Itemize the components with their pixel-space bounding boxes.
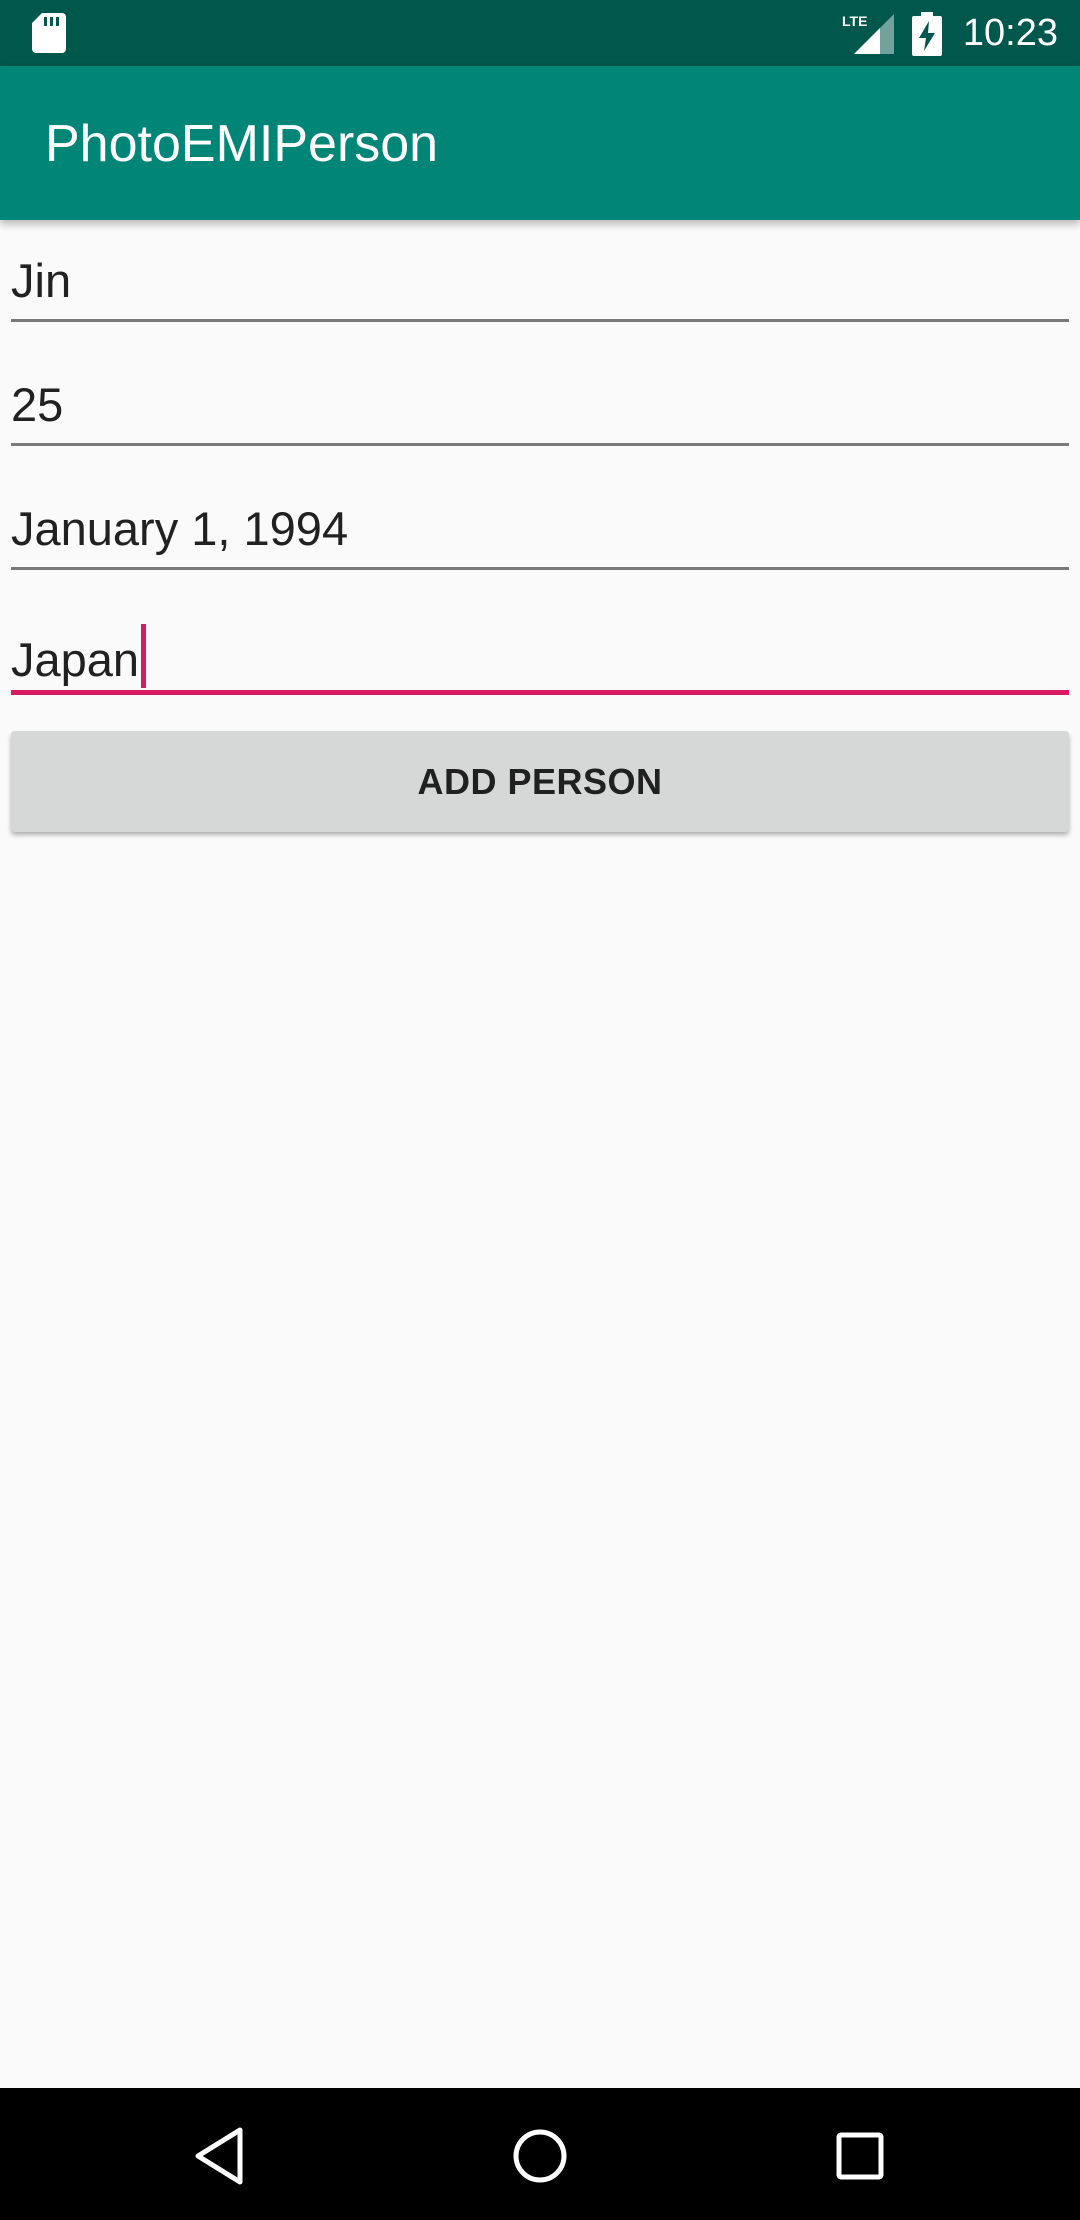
recents-icon[interactable] [828, 2124, 892, 2188]
age-field-underline [11, 443, 1069, 446]
name-field-value: Jin [11, 254, 72, 307]
add-person-button[interactable]: ADD PERSON [11, 731, 1069, 832]
name-field-underline [11, 319, 1069, 322]
back-icon[interactable] [188, 2124, 252, 2188]
navigation-bar [0, 2088, 1080, 2220]
status-bar: LTE 10:23 [0, 0, 1080, 66]
birthdate-field-value: January 1, 1994 [11, 502, 349, 555]
battery-charging-icon [912, 12, 942, 56]
country-field-value: Japan [11, 633, 140, 686]
text-cursor [141, 624, 147, 688]
birthdate-field[interactable]: January 1, 1994 [11, 480, 1069, 570]
name-field[interactable]: Jin [11, 232, 1069, 322]
status-clock: 10:23 [962, 12, 1058, 54]
country-field[interactable]: Japan [11, 604, 1069, 695]
age-field[interactable]: 25 [11, 356, 1069, 446]
age-field-value: 25 [11, 378, 64, 431]
svg-text:LTE: LTE [842, 13, 867, 29]
sd-card-icon [32, 13, 66, 53]
birthdate-field-underline [11, 567, 1069, 570]
country-field-underline [11, 690, 1069, 695]
country-field-wrapper: Japan [11, 624, 147, 689]
app-title: PhotoEMIPerson [45, 115, 439, 173]
lte-signal-icon: LTE [842, 13, 894, 54]
home-icon[interactable] [508, 2124, 572, 2188]
app-bar: PhotoEMIPerson [0, 66, 1080, 220]
